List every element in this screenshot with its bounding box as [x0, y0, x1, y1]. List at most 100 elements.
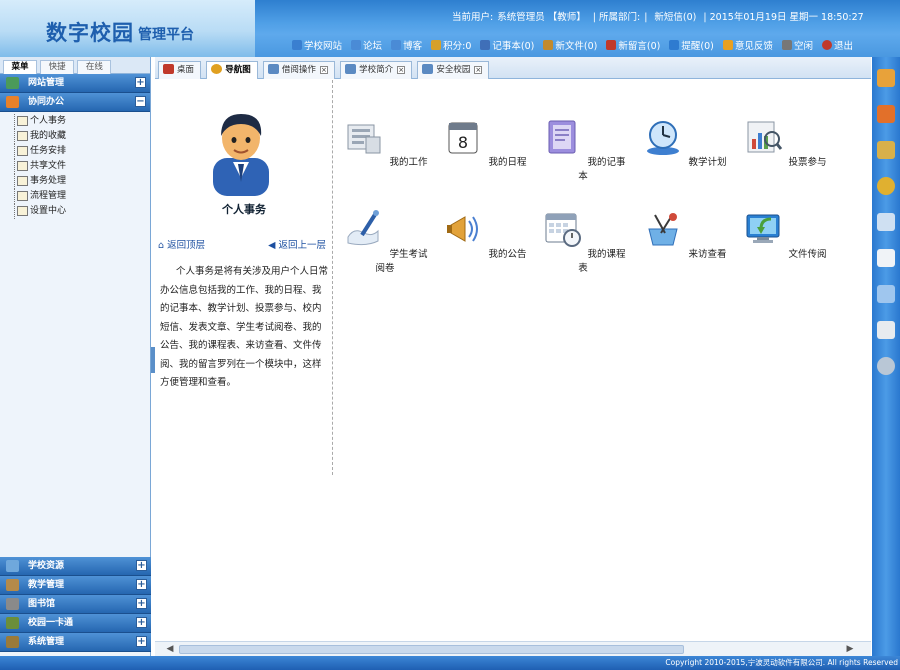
download-icon[interactable]	[877, 285, 895, 303]
key-icon[interactable]	[877, 177, 895, 195]
message-icon	[606, 40, 617, 50]
toolbar-label: 论坛	[363, 41, 383, 52]
sms-link[interactable]: 新短信(0)	[654, 12, 696, 23]
document-icon[interactable]	[877, 249, 895, 267]
tab-label: 借阅操作	[281, 65, 316, 75]
grid-item-course-schedule[interactable]: 我的课程表	[538, 207, 628, 274]
sidebar-item-favorites[interactable]: 我的收藏	[14, 129, 150, 144]
module-title: 个人事务	[222, 203, 266, 216]
horizontal-scrollbar[interactable]: ◀ ▶	[155, 641, 871, 656]
grid-item-label: 我的记事本	[578, 157, 626, 182]
toolbar-points[interactable]: 积分:0	[431, 38, 471, 52]
back-top-link[interactable]: ⌂ 返回顶层	[158, 237, 205, 251]
toolbar-newfile[interactable]: 新文件(0)	[543, 38, 597, 52]
toolbar-exit[interactable]: 退出	[822, 38, 853, 52]
folder-icon	[17, 176, 28, 186]
user-icon[interactable]	[877, 213, 895, 231]
grid-item-file-circulation[interactable]: 文件传阅	[739, 207, 829, 260]
tab-label: 学校简介	[359, 65, 394, 75]
toolbar-label: 意见反馈	[734, 41, 773, 52]
grid-item-exam-grading[interactable]: 学生考试阅卷	[340, 207, 430, 274]
exam-icon	[347, 210, 380, 246]
back-up-link[interactable]: ◀ 返回上一层	[268, 237, 326, 251]
toolbar-forum[interactable]: 论坛	[351, 38, 382, 52]
scroll-left-icon[interactable]: ◀	[165, 644, 175, 654]
sidebar-item-settings[interactable]: 设置中心	[14, 204, 150, 219]
close-icon[interactable]: ×	[397, 66, 406, 74]
grid-item-vote[interactable]: 投票参与	[739, 115, 829, 168]
pencil-icon[interactable]	[877, 141, 895, 159]
safety-icon	[422, 64, 434, 74]
expand-icon[interactable]: +	[136, 579, 147, 590]
sidebar-section-campuscard[interactable]: 校园一卡通 +	[0, 614, 151, 633]
tab-desktop[interactable]: 桌面	[158, 61, 202, 79]
expand-icon[interactable]: +	[136, 617, 147, 628]
sidebar-bottom-sections: 学校资源 + 教学管理 + 图书馆 + 校园一卡通 + 系统管理 +	[0, 557, 151, 652]
collapse-icon[interactable]: −	[135, 96, 146, 107]
back-up-label: 返回上一层	[278, 240, 326, 251]
toolbar-feedback[interactable]: 意见反馈	[722, 38, 773, 52]
expand-icon[interactable]: +	[135, 77, 146, 88]
item-label: 共享文件	[30, 161, 67, 171]
sidebar-section-library[interactable]: 图书馆 +	[0, 595, 151, 614]
tab-menu[interactable]: 菜单	[3, 60, 37, 74]
forum-icon	[351, 40, 362, 50]
module-description: 个人事务是将有关涉及用户个人日常办公信息包括我的工作、我的日程、我的记事本、教学…	[160, 266, 329, 388]
grid-item-notepad[interactable]: 我的记事本	[538, 115, 628, 182]
module-grid: 我的工作 8 我的日程 我的记事本 教学计划 投票参与 学生考试阅卷 我的公告	[335, 80, 871, 656]
grid-item-work[interactable]: 我的工作	[340, 115, 430, 168]
sidebar-item-tasks[interactable]: 任务安排	[14, 144, 150, 159]
toolbar-label: 空闲	[793, 41, 813, 52]
user-label: 当前用户:	[452, 12, 494, 23]
toolbar-reminder[interactable]: 提醒(0)	[669, 38, 714, 52]
expand-icon[interactable]: +	[136, 598, 147, 609]
sidebar-section-teaching[interactable]: 教学管理 +	[0, 576, 151, 595]
grid-item-calendar[interactable]: 8 我的日程	[439, 115, 529, 168]
sidebar-item-affairs[interactable]: 事务处理	[14, 174, 150, 189]
close-icon[interactable]: ×	[319, 66, 328, 74]
rss-icon	[6, 96, 19, 108]
scroll-right-icon[interactable]: ▶	[845, 644, 855, 654]
close-icon[interactable]: ×	[474, 66, 483, 74]
sidebar-section-office[interactable]: 协同办公 −	[0, 93, 150, 112]
grid-item-teaching-plan[interactable]: 教学计划	[639, 115, 729, 168]
globe-icon	[292, 40, 302, 50]
grid-item-label: 我的工作	[389, 157, 428, 168]
tab-safety[interactable]: 安全校园 ×	[417, 61, 490, 79]
toolbar-label: 学校网站	[304, 41, 343, 52]
toolbar-label: 新留言(0)	[618, 41, 661, 52]
system-icon	[6, 636, 19, 648]
tab-borrow[interactable]: 借阅操作 ×	[262, 61, 335, 79]
toolbar-website[interactable]: 学校网站	[292, 38, 342, 52]
printer-icon[interactable]	[877, 321, 895, 339]
section-label: 协同办公	[28, 97, 65, 107]
expand-icon[interactable]: +	[136, 636, 147, 647]
scrollbar-thumb[interactable]	[179, 645, 684, 654]
grid-item-visitor[interactable]: 来访查看	[639, 207, 729, 260]
sidebar-item-workflow[interactable]: 流程管理	[14, 189, 150, 204]
sidebar-item-shared[interactable]: 共享文件	[14, 159, 150, 174]
expand-icon[interactable]: +	[136, 560, 147, 571]
sidebar-section-website[interactable]: 网站管理 +	[0, 74, 150, 93]
card-icon	[6, 617, 19, 629]
borrow-icon	[267, 64, 279, 74]
tab-navigation[interactable]: 导航图	[206, 61, 258, 79]
toolbar-notebook[interactable]: 记事本(0)	[480, 38, 534, 52]
toolbar-status[interactable]: 空闲	[781, 38, 813, 52]
toolbar-label: 提醒(0)	[681, 41, 714, 52]
toolbar-blog[interactable]: 博客	[391, 38, 422, 52]
work-icon	[347, 124, 381, 154]
toolbar-newmessage[interactable]: 新留言(0)	[606, 38, 660, 52]
tab-school-intro[interactable]: 学校简介 ×	[340, 61, 413, 79]
sidebar-item-personal[interactable]: 个人事务	[14, 114, 150, 129]
tab-online[interactable]: 在线	[77, 60, 112, 74]
sidebar-section-system[interactable]: 系统管理 +	[0, 633, 151, 652]
tab-label: 安全校园	[436, 65, 471, 75]
gear-icon[interactable]	[877, 357, 895, 375]
books-icon[interactable]	[877, 69, 895, 87]
item-label: 任务安排	[30, 146, 67, 156]
tab-shortcuts[interactable]: 快捷	[40, 60, 75, 74]
grid-item-announcement[interactable]: 我的公告	[439, 207, 529, 260]
eraser-icon[interactable]	[877, 105, 895, 123]
sidebar-section-resources[interactable]: 学校资源 +	[0, 557, 151, 576]
